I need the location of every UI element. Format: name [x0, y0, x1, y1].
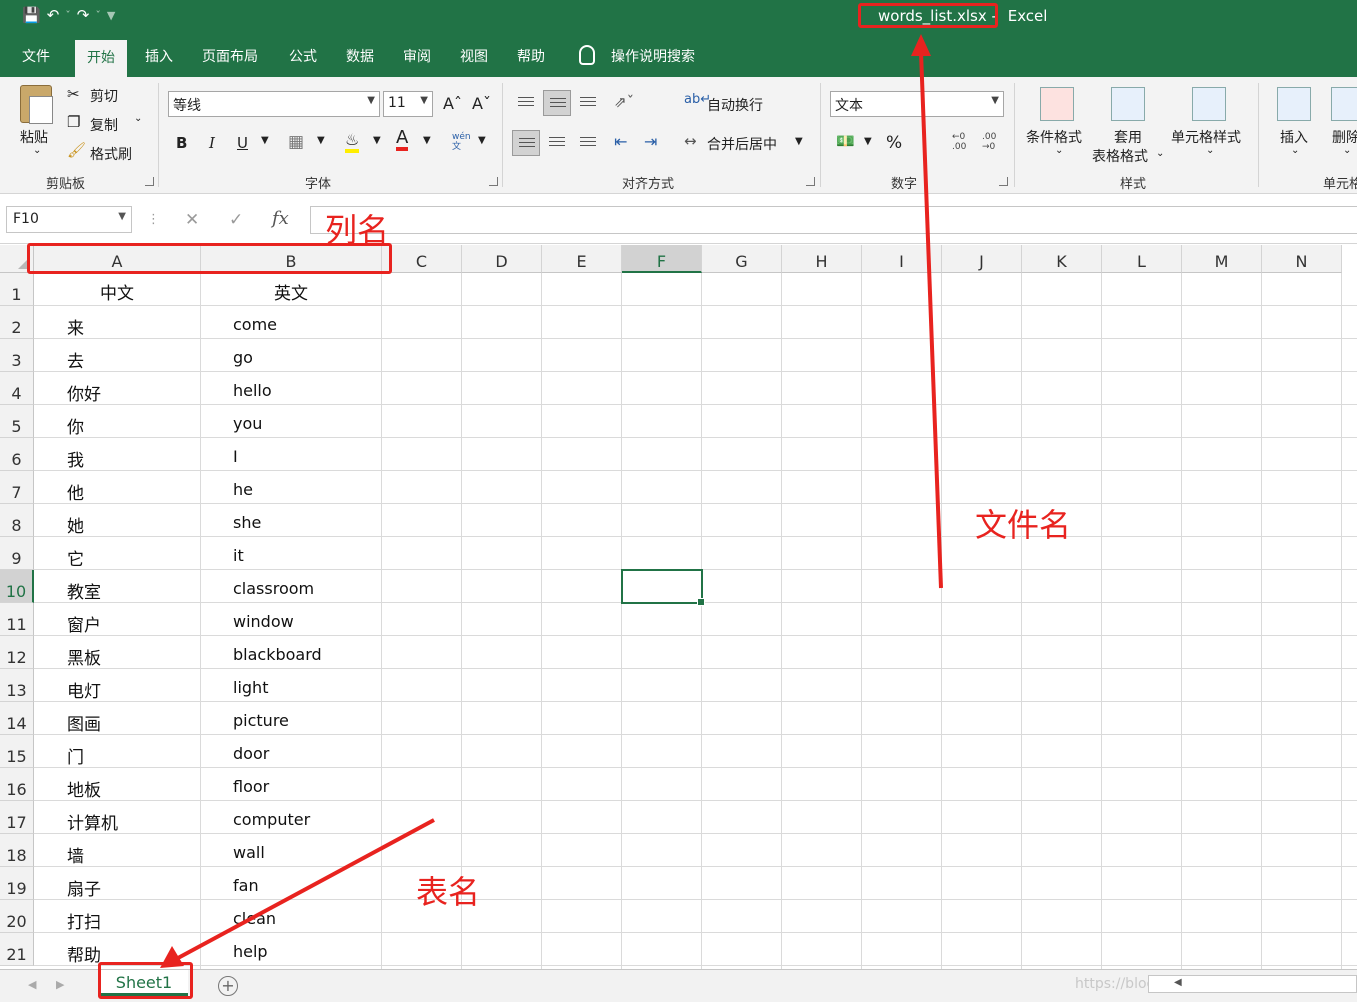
sheet-name-arrow [177, 818, 435, 960]
filename-arrowhead [911, 34, 931, 56]
annotation-arrows [160, 34, 943, 968]
filename-arrow [919, 51, 943, 589]
